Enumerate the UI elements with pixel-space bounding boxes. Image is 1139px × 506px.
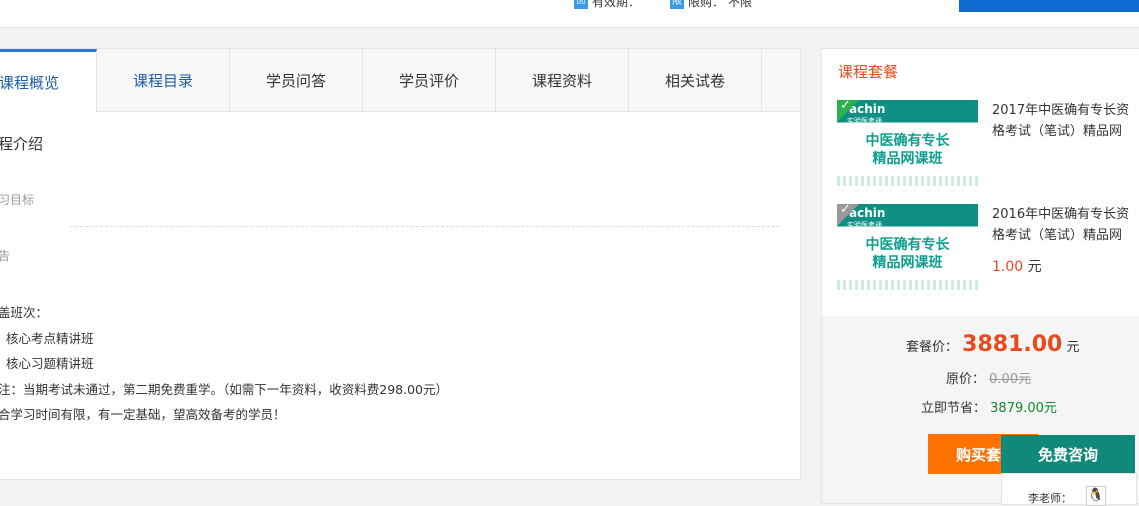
original-price-value: 0.00元 <box>989 372 1032 387</box>
qq-icon[interactable]: 🐧 <box>1086 486 1106 506</box>
tab-qa[interactable]: 学员问答 <box>230 49 363 111</box>
validity-info: ☒ 有效期： <box>574 0 640 10</box>
package-name[interactable]: 2016年中医确有专长资格考试（笔试）精品网 <box>992 204 1139 246</box>
tab-overview[interactable]: 课程概览 <box>0 49 97 112</box>
notice-label: 告 <box>0 249 11 263</box>
original-price-row: 原价： 0.00元 <box>946 368 1031 387</box>
desc-line: 盖班次： <box>0 305 49 320</box>
free-consult-button[interactable]: 免费咨询 <box>1001 435 1135 473</box>
checkmark-icon: ✓ <box>840 204 851 217</box>
course-intro-title: 程介绍 <box>0 135 44 153</box>
package-price-currency: 元 <box>1066 340 1080 355</box>
course-main-panel: 课程概览 课程目录 学员问答 学员评价 课程资料 相关试卷 程介绍 习目标 告 … <box>0 48 801 480</box>
thumb-title-line2: 精品网课班 <box>872 151 943 167</box>
divider <box>70 226 780 227</box>
package-section-title: 课程套餐 <box>838 63 899 81</box>
thumb-pattern <box>837 176 978 186</box>
checkmark-icon: ✓ <box>840 100 851 113</box>
package-price: 1.00 元 <box>992 256 1042 276</box>
teacher-label: 李老师： <box>1028 492 1072 505</box>
package-price-amount: 3881.00 <box>962 332 1063 357</box>
package-item[interactable]: achin 实验医考通 中医确有专长 精品网课班 ✓ 2016年中医确有专长资格… <box>837 204 1137 292</box>
package-name[interactable]: 2017年中医确有专长资格考试（笔试）精品网 <box>992 100 1139 142</box>
package-thumbnail[interactable]: achin 实验医考通 中医确有专长 精品网课班 ✓ <box>837 100 978 186</box>
top-bar: ☒ 有效期： 限 限购： 不限 <box>0 0 1139 28</box>
package-thumbnail[interactable]: achin 实验医考通 中医确有专长 精品网课班 ✓ <box>837 204 978 290</box>
package-item[interactable]: achin 实验医考通 中医确有专长 精品网课班 ✓ 2017年中医确有专长资格… <box>837 100 1137 188</box>
limit-info: 限 限购： 不限 <box>670 0 752 10</box>
desc-line: 核心考点精讲班 <box>0 330 94 346</box>
tab-reviews[interactable]: 学员评价 <box>363 49 496 111</box>
desc-line: 核心习题精讲班 <box>0 356 94 371</box>
learning-goal-label: 习目标 <box>0 193 35 207</box>
package-price-row: 套餐价： 3881.00 元 <box>906 332 1080 357</box>
thumb-title-line2: 精品网课班 <box>872 255 943 271</box>
package-price-label: 套餐价： <box>906 340 959 355</box>
savings-row: 立即节省： 3879.00元 <box>921 397 1057 416</box>
course-description: 盖班次： 核心考点精讲班 核心习题精讲班 注：当期考试未通过，第二期免费重学。（… <box>0 300 448 428</box>
thumb-title-line1: 中医确有专长 <box>865 237 950 253</box>
package-sidebar: 课程套餐 achin 实验医考通 中医确有专长 精品网课班 ✓ 2017年中医确… <box>821 48 1139 318</box>
top-action-button[interactable] <box>959 0 1139 12</box>
thumb-pattern <box>837 280 978 290</box>
package-price-value: 1.00 <box>992 259 1024 275</box>
thumb-title-line1: 中医确有专长 <box>865 133 950 149</box>
limit-icon: 限 <box>670 0 684 9</box>
limit-label: 限购： <box>688 0 725 9</box>
tab-catalog[interactable]: 课程目录 <box>97 49 230 111</box>
package-price-unit: 元 <box>1027 259 1042 275</box>
desc-line: 注：当期考试未通过，第二期免费重学。（如需下一年资料，收资料费298.00元） <box>0 381 448 397</box>
tab-related-exams[interactable]: 相关试卷 <box>629 49 762 111</box>
savings-value: 3879.00元 <box>990 401 1057 416</box>
course-tabs: 课程概览 课程目录 学员问答 学员评价 课程资料 相关试卷 <box>0 49 800 112</box>
original-price-label: 原价： <box>946 372 986 387</box>
calendar-icon: ☒ <box>574 0 588 9</box>
savings-label: 立即节省： <box>921 401 987 416</box>
tab-materials[interactable]: 课程资料 <box>496 49 629 111</box>
validity-label: 有效期： <box>592 0 641 9</box>
desc-line: 合学习时间有限，有一定基础，望高效备考的学员！ <box>0 407 286 422</box>
limit-value: 不限 <box>728 0 753 9</box>
